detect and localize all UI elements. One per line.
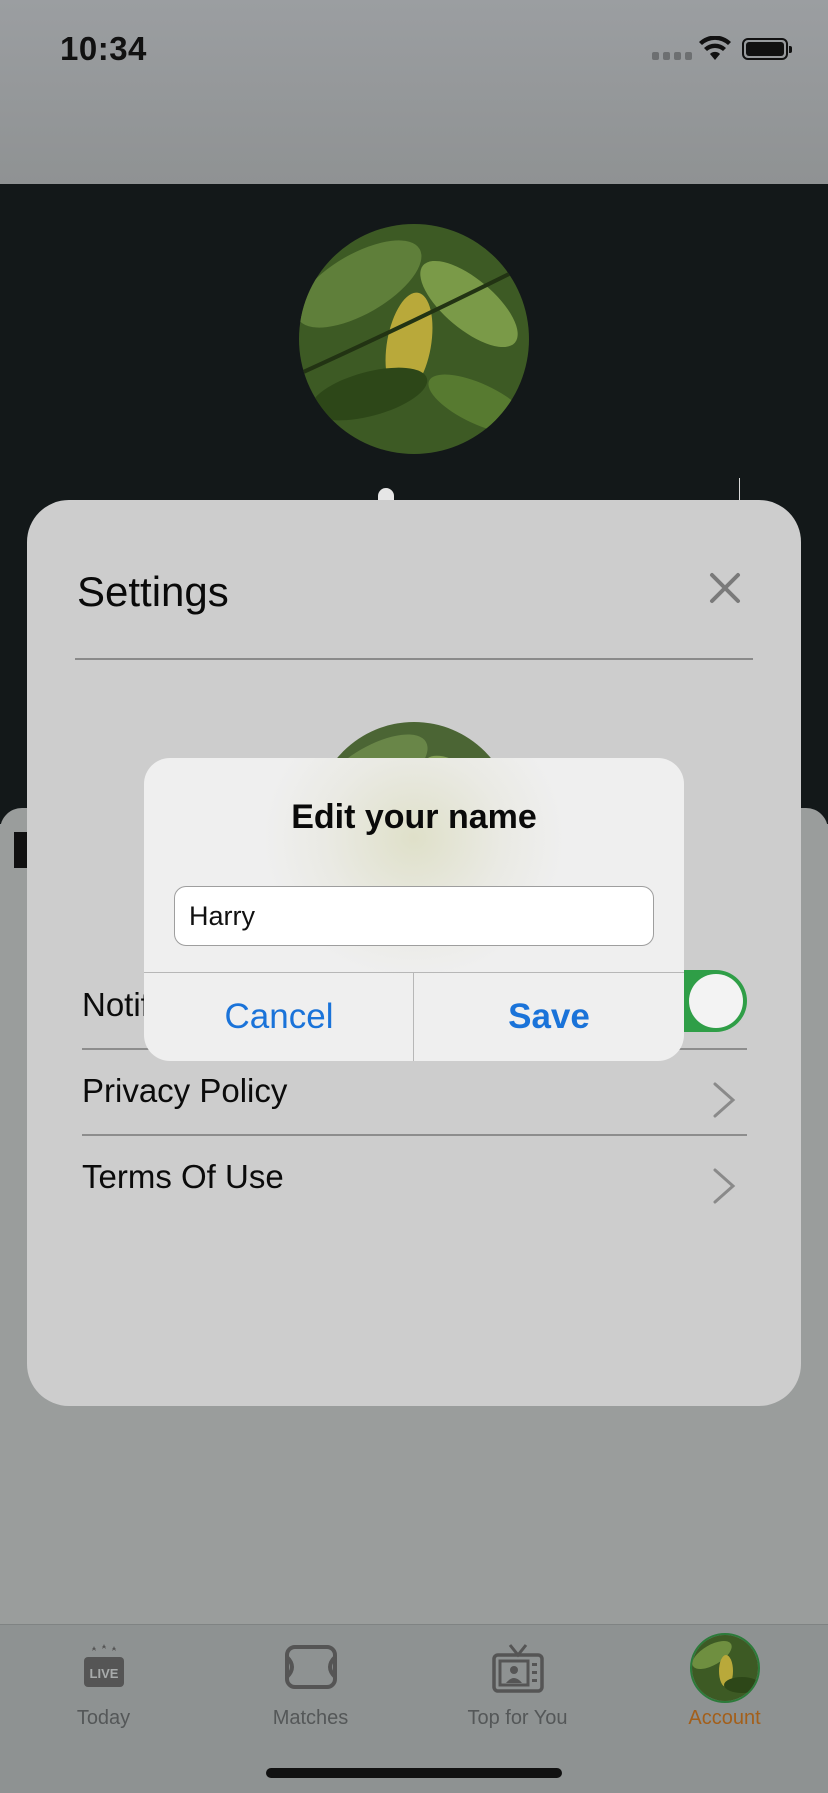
privacy-policy-label: Privacy Policy xyxy=(82,1072,288,1109)
battery-icon xyxy=(742,38,792,60)
home-indicator xyxy=(266,1768,562,1778)
live-badge-text: LIVE xyxy=(89,1666,118,1681)
tab-account-label: Account xyxy=(688,1707,761,1729)
settings-title: Settings xyxy=(77,568,229,615)
edit-name-dialog: Edit your name Cancel Save xyxy=(144,758,684,1061)
tab-today[interactable]: LIVE Today xyxy=(0,1625,207,1735)
cancel-button[interactable]: Cancel xyxy=(144,973,414,1061)
settings-divider xyxy=(75,658,753,660)
cellular-signal-icon xyxy=(652,52,692,60)
live-icon: LIVE xyxy=(83,1644,124,1687)
toggle-knob xyxy=(689,974,743,1028)
tab-matches[interactable]: Matches xyxy=(207,1625,414,1735)
tab-today-label: Today xyxy=(76,1707,131,1729)
chevron-right-icon xyxy=(713,1082,736,1118)
save-button[interactable]: Save xyxy=(414,973,684,1061)
privacy-policy-row[interactable]: Privacy Policy xyxy=(82,1056,747,1136)
tab-top-for-you-label: Top for You xyxy=(467,1707,568,1729)
background-card-text-peek xyxy=(14,832,28,868)
pitch-icon xyxy=(284,1645,337,1689)
tab-matches-label: Matches xyxy=(272,1707,349,1729)
row-divider xyxy=(82,1134,747,1136)
dialog-title: Edit your name xyxy=(291,798,537,836)
tv-icon xyxy=(491,1644,544,1693)
tab-top-for-you[interactable]: Top for You xyxy=(414,1625,621,1735)
chevron-right-icon xyxy=(713,1168,736,1204)
profile-avatar[interactable] xyxy=(299,224,529,454)
tab-account[interactable]: Account xyxy=(621,1625,828,1735)
account-avatar xyxy=(689,1633,760,1703)
close-icon[interactable] xyxy=(707,570,743,606)
name-input[interactable] xyxy=(174,886,654,946)
wifi-icon xyxy=(699,36,731,60)
status-bar: 10:34 xyxy=(0,0,828,184)
status-time: 10:34 xyxy=(60,30,147,67)
terms-of-use-row[interactable]: Terms Of Use xyxy=(82,1142,747,1222)
terms-of-use-label: Terms Of Use xyxy=(82,1158,284,1195)
